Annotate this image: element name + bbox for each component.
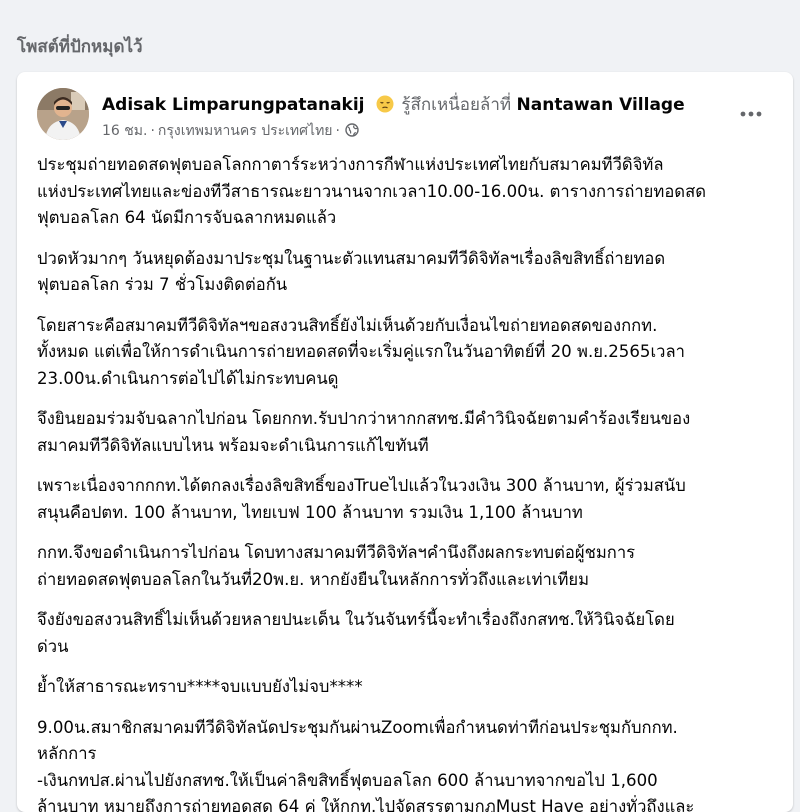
author-name-link[interactable]: Adisak Limparungpatanakij [102, 95, 365, 115]
post-card: Adisak Limparungpatanakij รู้สึกเหนื่อยล… [17, 72, 793, 812]
pensive-face-icon [376, 95, 394, 113]
post-timestamp[interactable]: 16 ชม. [102, 123, 147, 139]
feeling-text: รู้สึกเหนื่อยล้าที่ [401, 95, 511, 115]
meta-separator: · [150, 123, 154, 139]
post-paragraph: กกท.จึงขอดำเนินการไปก่อน โดบทางสมาคมทีวี… [37, 540, 777, 593]
post-meta: 16 ชม.·กรุงเทพมหานคร ประเทศไทย· [102, 120, 359, 142]
post-paragraph: ย้ำให้สาธารณะทราบ****จบแบบยังไม่จบ**** [37, 674, 777, 701]
meta-separator: · [336, 123, 340, 139]
post-paragraph: ปวดหัวมากๆ วันหยุดต้องมาประชุมในฐานะตัวแ… [37, 246, 777, 299]
post-paragraph: 9.00น.สมาชิกสมาคมทีวีดิจิทัลนัดประชุมกัน… [37, 715, 777, 812]
post-location[interactable]: กรุงเทพมหานคร ประเทศไทย [158, 123, 333, 139]
avatar-photo [37, 88, 89, 140]
avatar[interactable] [37, 88, 89, 140]
post-paragraph: จึงยินยอมร่วมจับฉลากไปก่อน โดยกกท.รับปาก… [37, 406, 777, 459]
post-paragraph: ประชุมถ่ายทอดสดฟุตบอลโลกกาตาร์ระหว่างการ… [37, 152, 777, 232]
post-paragraph: จึงยังขอสงวนสิทธิ์ไม่เห็นด้วยหลายปนะเด็น… [37, 607, 777, 660]
post-body: ประชุมถ่ายทอดสดฟุตบอลโลกกาตาร์ระหว่างการ… [37, 152, 777, 812]
post-header-title: Adisak Limparungpatanakij รู้สึกเหนื่อยล… [102, 91, 685, 118]
pinned-posts-heading: โพสต์ที่ปักหมุดไว้ [17, 33, 143, 60]
globe-icon[interactable] [345, 123, 359, 137]
place-link[interactable]: Nantawan Village [517, 95, 685, 115]
post-paragraph: โดยสาระคือสมาคมทีวีดิจิทัลฯขอสงวนสิทธิ์ย… [37, 313, 777, 393]
post-paragraph: เพราะเนื่องจากกกท.ได้ตกลงเรื่องลิขสิทธิ์… [37, 473, 777, 526]
more-horizontal-icon[interactable] [733, 96, 769, 132]
